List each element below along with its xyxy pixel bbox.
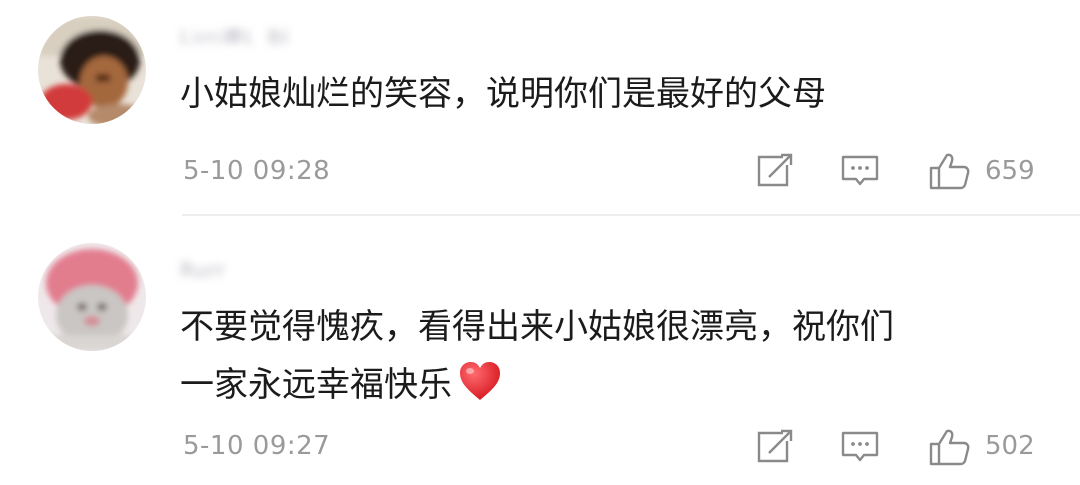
reply-comment-icon xyxy=(841,431,879,462)
comment-item: Lirri鹿L_BJ 小姑娘灿烂的笑容，说明你们是最好的父母 5-10 09:2… xyxy=(0,0,1080,215)
comment-text-line-2: 一家永远幸福快乐 xyxy=(180,365,452,405)
comment-text-line: 不要觉得愧疚，看得出来小姑娘很漂亮，祝你们 xyxy=(180,307,894,347)
avatar[interactable] xyxy=(38,16,146,124)
username[interactable]: Rurr xyxy=(180,258,280,280)
like-button[interactable] xyxy=(928,427,972,467)
avatar-image xyxy=(38,243,146,351)
share-edit-icon xyxy=(757,153,793,187)
username[interactable]: Lirri鹿L_BJ xyxy=(180,22,375,44)
share-edit-icon xyxy=(757,429,793,463)
thumbs-up-icon xyxy=(929,429,970,466)
timestamp: 5-10 09:28 xyxy=(183,156,331,186)
comment-text-line: 一家永远幸福快乐 xyxy=(180,356,894,420)
share-button[interactable] xyxy=(753,151,797,191)
like-count: 659 xyxy=(985,156,1035,186)
like-button[interactable] xyxy=(928,151,972,191)
comment-text: 不要觉得愧疚，看得出来小姑娘很漂亮，祝你们 一家永远幸福快乐 xyxy=(180,298,894,420)
comment-item: Rurr 不要觉得愧疚，看得出来小姑娘很漂亮，祝你们 一家永远幸福快乐 5-10… xyxy=(0,215,1080,485)
avatar-image xyxy=(38,16,146,124)
reply-button[interactable] xyxy=(838,151,882,191)
avatar[interactable] xyxy=(38,243,146,351)
reply-comment-icon xyxy=(841,155,879,186)
share-button[interactable] xyxy=(753,427,797,467)
like-count: 502 xyxy=(985,431,1035,461)
timestamp: 5-10 09:27 xyxy=(183,431,331,461)
comment-text-line: 小姑娘灿烂的笑容，说明你们是最好的父母 xyxy=(180,74,826,114)
thumbs-up-icon xyxy=(929,153,970,190)
heart-emoji-icon xyxy=(458,360,502,420)
reply-button[interactable] xyxy=(838,427,882,467)
comment-text: 小姑娘灿烂的笑容，说明你们是最好的父母 xyxy=(180,65,826,123)
